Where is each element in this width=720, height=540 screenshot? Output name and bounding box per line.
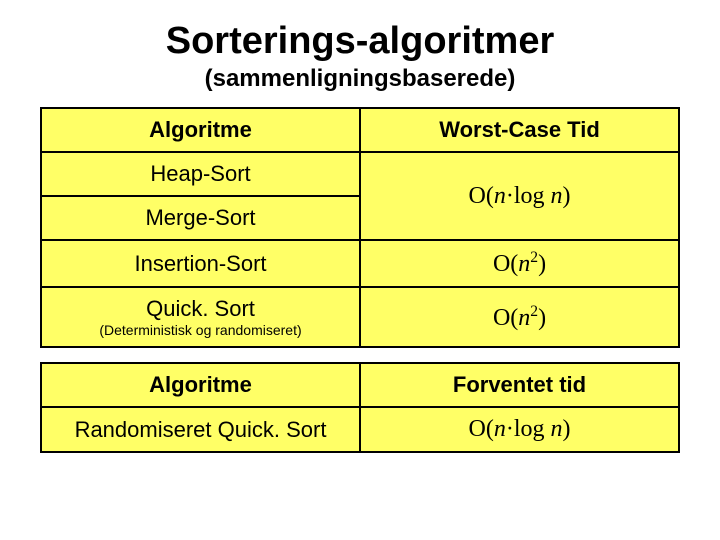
col-header-algoritme2: Algoritme <box>41 363 360 407</box>
cell-nlogn-expected: O(n·log n) <box>360 407 679 452</box>
table-row: Algoritme Forventet tid <box>41 363 679 407</box>
page-subtitle: (sammenligningsbaserede) <box>40 65 680 93</box>
cell-n2-insertion: O(n2) <box>360 240 679 287</box>
table-row: Algoritme Worst-Case Tid <box>41 108 679 152</box>
table-row: Quick. Sort (Deterministisk og randomise… <box>41 287 679 347</box>
cell-quicksort-label: Quick. Sort <box>48 296 353 322</box>
cell-quicksort-note: (Deterministisk og randomiseret) <box>48 322 353 338</box>
table-row: Heap-Sort O(n·log n) <box>41 152 679 196</box>
cell-rand-quicksort: Randomiseret Quick. Sort <box>41 407 360 452</box>
cell-heapsort: Heap-Sort <box>41 152 360 196</box>
cell-n2-quicksort: O(n2) <box>360 287 679 347</box>
page-title: Sorterings-algoritmer <box>40 20 680 63</box>
table-row: Randomiseret Quick. Sort O(n·log n) <box>41 407 679 452</box>
col-header-algoritme: Algoritme <box>41 108 360 152</box>
col-header-forventet: Forventet tid <box>360 363 679 407</box>
cell-insertionsort: Insertion-Sort <box>41 240 360 287</box>
table-row: Insertion-Sort O(n2) <box>41 240 679 287</box>
expected-time-table: Algoritme Forventet tid Randomiseret Qui… <box>40 362 680 453</box>
cell-nlogn: O(n·log n) <box>360 152 679 240</box>
cell-mergesort: Merge-Sort <box>41 196 360 240</box>
cell-quicksort: Quick. Sort (Deterministisk og randomise… <box>41 287 360 347</box>
worst-case-table: Algoritme Worst-Case Tid Heap-Sort O(n·l… <box>40 107 680 348</box>
col-header-worstcase: Worst-Case Tid <box>360 108 679 152</box>
